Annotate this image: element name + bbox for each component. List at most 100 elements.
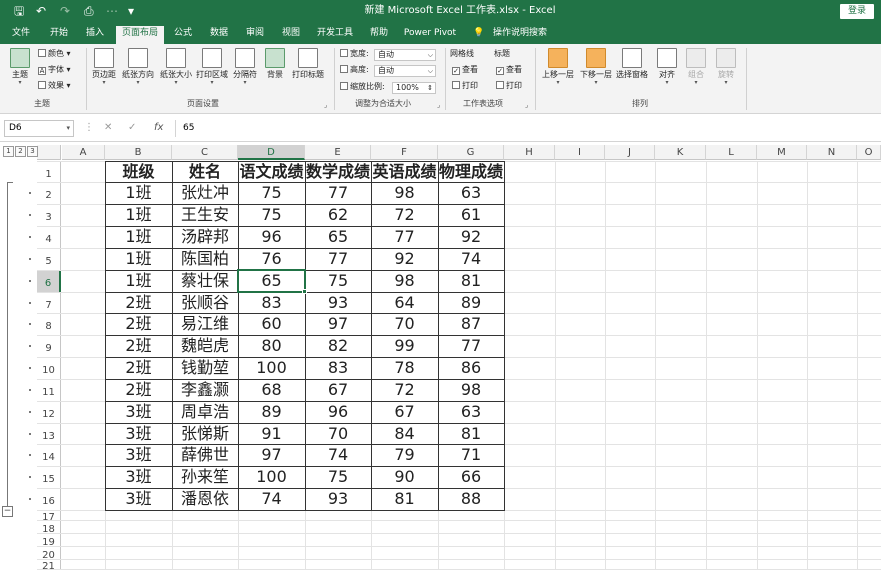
headings-view-checkbox[interactable]: ✓ 查看 xyxy=(496,64,522,76)
gridlines-view-checkbox[interactable]: ✓ 查看 xyxy=(452,64,478,76)
table-cell[interactable]: 93 xyxy=(305,292,371,313)
table-cell[interactable]: 77 xyxy=(305,182,371,204)
tab-home[interactable]: 开始 xyxy=(46,27,72,44)
name-box[interactable]: D6 ▾ xyxy=(4,120,74,137)
table-cell[interactable]: 91 xyxy=(238,423,305,444)
row-header[interactable]: 19 xyxy=(37,533,61,548)
insert-function-icon[interactable]: fx xyxy=(154,121,163,135)
table-cell[interactable]: 99 xyxy=(371,335,438,357)
table-header-cell[interactable]: 物理成绩 xyxy=(438,161,504,182)
enter-icon[interactable]: ✓ xyxy=(128,121,136,135)
table-cell[interactable]: 汤辟邦 xyxy=(172,226,238,248)
table-cell[interactable]: 98 xyxy=(371,270,438,292)
table-cell[interactable]: 77 xyxy=(371,226,438,248)
table-cell[interactable]: 周卓浩 xyxy=(172,401,238,423)
table-cell[interactable]: 78 xyxy=(371,357,438,379)
table-cell[interactable]: 2班 xyxy=(105,313,172,335)
row-header[interactable]: 16 xyxy=(37,488,61,510)
table-cell[interactable]: 77 xyxy=(438,335,504,357)
outline-level-button[interactable]: 2 xyxy=(15,146,26,157)
table-cell[interactable]: 72 xyxy=(371,204,438,226)
breaks-button[interactable]: 分隔符 ▾ xyxy=(230,48,260,86)
table-cell[interactable]: 63 xyxy=(438,401,504,423)
table-cell[interactable]: 96 xyxy=(238,226,305,248)
table-cell[interactable]: 1班 xyxy=(105,204,172,226)
table-cell[interactable]: 74 xyxy=(305,444,371,466)
column-header[interactable]: H xyxy=(504,145,555,160)
outline-level-button[interactable]: 3 xyxy=(27,146,38,157)
group-objects-button[interactable]: 组合 ▾ xyxy=(684,48,708,86)
save-icon[interactable]: 🖫 xyxy=(14,3,24,19)
table-cell[interactable]: 89 xyxy=(438,292,504,313)
column-header[interactable]: N xyxy=(807,145,857,160)
table-cell[interactable]: 3班 xyxy=(105,401,172,423)
table-cell[interactable]: 1班 xyxy=(105,248,172,270)
row-header[interactable]: 3 xyxy=(37,204,61,226)
tab-power-pivot[interactable]: Power Pivot xyxy=(402,27,458,44)
theme-fonts-button[interactable]: A 字体 ▾ xyxy=(38,64,71,76)
fill-handle[interactable] xyxy=(302,289,307,294)
select-all-corner[interactable] xyxy=(37,145,61,160)
table-cell[interactable]: 81 xyxy=(371,488,438,510)
row-header[interactable]: 18 xyxy=(37,520,61,535)
table-cell[interactable]: 70 xyxy=(371,313,438,335)
tab-help[interactable]: 帮助 xyxy=(366,27,392,44)
background-button[interactable]: 背景 xyxy=(262,48,288,80)
table-cell[interactable]: 潘恩依 xyxy=(172,488,238,510)
worksheet-grid[interactable]: 123 ABCDEFGHIJKLMNO 1 2 3 4 5 6 7 8 9 10 11 12 13 14 1… xyxy=(0,142,881,572)
redo-icon[interactable]: ↷ xyxy=(60,3,70,19)
table-cell[interactable]: 98 xyxy=(438,379,504,401)
table-cell[interactable]: 96 xyxy=(305,401,371,423)
theme-effects-button[interactable]: 效果 ▾ xyxy=(38,80,71,92)
table-cell[interactable]: 2班 xyxy=(105,357,172,379)
outline-level-button[interactable]: 1 xyxy=(3,146,14,157)
table-cell[interactable]: 79 xyxy=(371,444,438,466)
margins-button[interactable]: 页边距 ▾ xyxy=(90,48,118,86)
table-cell[interactable]: 76 xyxy=(238,248,305,270)
column-header[interactable]: B xyxy=(105,145,172,160)
table-cell[interactable]: 65 xyxy=(305,226,371,248)
table-cell[interactable]: 张顺谷 xyxy=(172,292,238,313)
tab-insert[interactable]: 插入 xyxy=(82,27,108,44)
table-header-cell[interactable]: 班级 xyxy=(105,161,172,182)
login-button[interactable]: 登录 xyxy=(840,4,874,19)
theme-colors-button[interactable]: 颜色 ▾ xyxy=(38,48,71,60)
table-cell[interactable]: 1班 xyxy=(105,270,172,292)
collapse-group-button[interactable]: − xyxy=(2,506,13,517)
table-cell[interactable]: 80 xyxy=(238,335,305,357)
themes-button[interactable]: 主题 ▾ xyxy=(6,48,34,86)
tab-review[interactable]: 审阅 xyxy=(242,27,268,44)
scale-stepper[interactable]: 100% ⇕ xyxy=(392,82,436,94)
table-cell[interactable]: 易江维 xyxy=(172,313,238,335)
table-header-cell[interactable]: 姓名 xyxy=(172,161,238,182)
size-button[interactable]: 纸张大小 ▾ xyxy=(158,48,194,86)
table-cell[interactable]: 90 xyxy=(371,466,438,488)
table-cell[interactable]: 92 xyxy=(438,226,504,248)
undo-icon[interactable]: ↶ xyxy=(36,3,46,19)
table-cell[interactable]: 93 xyxy=(305,488,371,510)
table-cell[interactable]: 2班 xyxy=(105,379,172,401)
row-header[interactable]: 2 xyxy=(37,182,61,204)
table-cell[interactable]: 陈国柏 xyxy=(172,248,238,270)
table-cell[interactable]: 张悌斯 xyxy=(172,423,238,444)
dialog-launcher-icon[interactable]: ⌟ xyxy=(437,101,440,109)
table-cell[interactable]: 81 xyxy=(438,423,504,444)
row-header[interactable]: 6 xyxy=(37,270,61,292)
column-header[interactable]: J xyxy=(605,145,655,160)
table-cell[interactable]: 74 xyxy=(238,488,305,510)
table-cell[interactable]: 2班 xyxy=(105,335,172,357)
table-cell[interactable]: 97 xyxy=(238,444,305,466)
column-header[interactable]: E xyxy=(305,145,371,160)
table-cell[interactable]: 74 xyxy=(438,248,504,270)
table-cell[interactable]: 86 xyxy=(438,357,504,379)
row-header[interactable]: 5 xyxy=(37,248,61,270)
table-cell[interactable]: 3班 xyxy=(105,466,172,488)
selection-pane-button[interactable]: 选择窗格 xyxy=(614,48,650,80)
table-cell[interactable]: 魏皑虎 xyxy=(172,335,238,357)
tab-data[interactable]: 数据 xyxy=(206,27,232,44)
table-cell[interactable]: 61 xyxy=(438,204,504,226)
tell-me-search[interactable]: 操作说明搜索 xyxy=(490,27,550,44)
bring-forward-button[interactable]: 上移一层 ▾ xyxy=(540,48,576,86)
table-cell[interactable]: 71 xyxy=(438,444,504,466)
column-header[interactable]: A xyxy=(62,145,105,160)
